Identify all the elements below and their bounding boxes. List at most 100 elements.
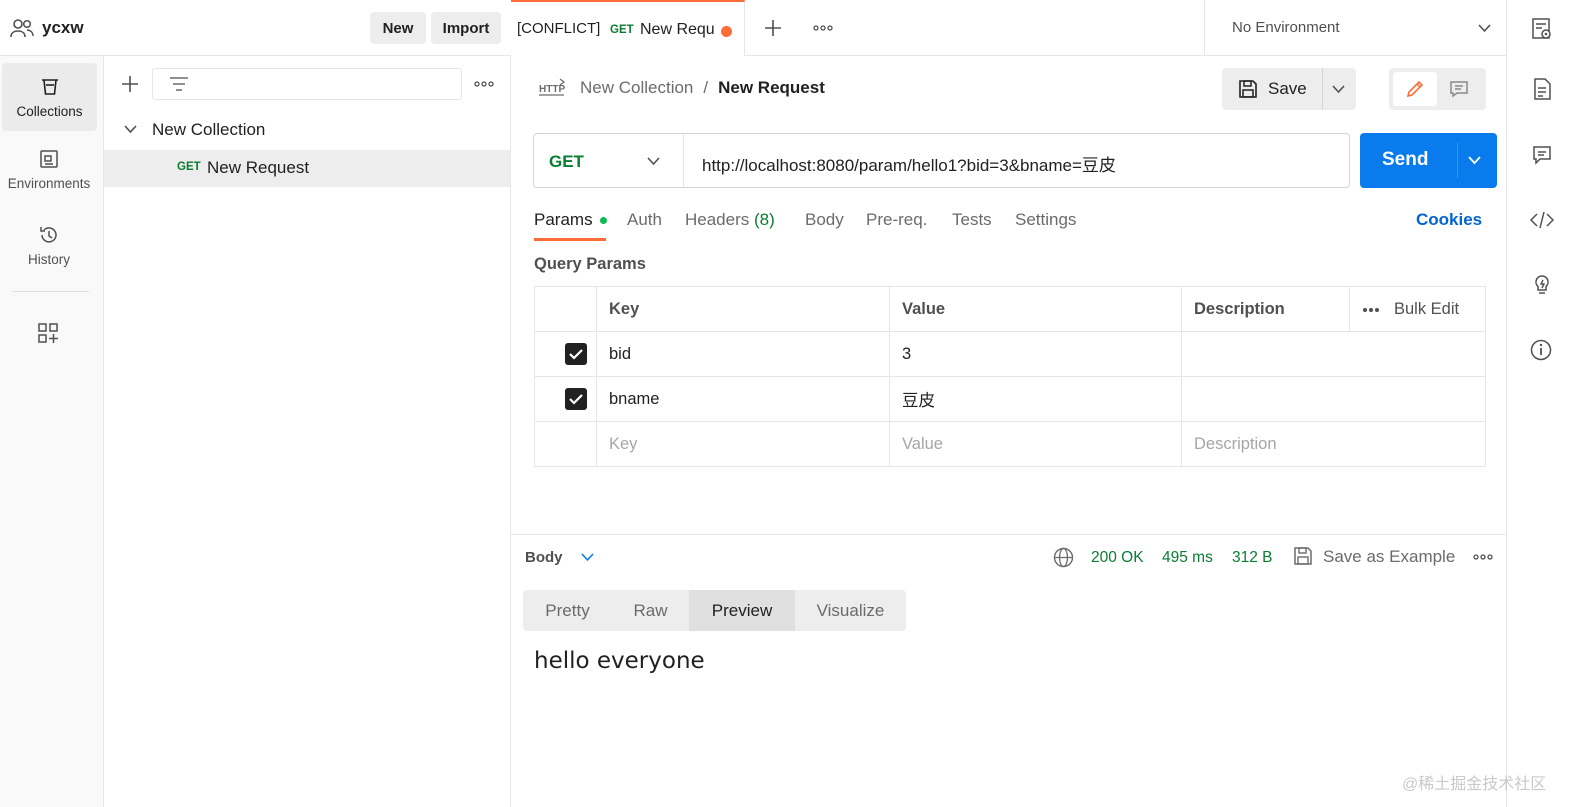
- save-button[interactable]: Save: [1222, 68, 1322, 110]
- table-row: bid 3: [534, 331, 1486, 377]
- right-rail: [1506, 0, 1581, 807]
- tab-conflict-label: [CONFLICT]: [517, 20, 601, 37]
- response-more-icon[interactable]: [1473, 554, 1493, 560]
- tab-tests[interactable]: Tests: [952, 210, 992, 230]
- tabs-more-icon[interactable]: [813, 25, 833, 31]
- tab-prereq[interactable]: Pre-req.: [866, 210, 927, 230]
- send-button[interactable]: Send: [1360, 133, 1497, 188]
- breadcrumb-separator: /: [703, 78, 709, 97]
- http-icon: HTTP: [538, 77, 566, 99]
- save-label: Save: [1268, 79, 1307, 98]
- response-time[interactable]: 495 ms: [1162, 549, 1213, 567]
- new-tab-icon[interactable]: [764, 19, 782, 37]
- description-placeholder[interactable]: Description: [1181, 421, 1486, 467]
- environment-selector[interactable]: No Environment: [1204, 0, 1506, 56]
- import-button[interactable]: Import: [431, 12, 501, 44]
- response-body-label[interactable]: Body: [525, 549, 563, 566]
- method-select[interactable]: GET: [534, 134, 684, 187]
- row-checkbox-cell: [534, 421, 597, 467]
- param-key[interactable]: bname: [596, 376, 890, 422]
- param-value[interactable]: 3: [889, 331, 1182, 377]
- rail-label: Collections: [16, 103, 83, 119]
- header-checkbox-cell: [534, 286, 597, 332]
- url-input[interactable]: http://localhost:8080/param/hello1?bid=3…: [702, 151, 1116, 176]
- history-icon: [38, 224, 60, 246]
- tab-body[interactable]: Body: [805, 210, 844, 230]
- environment-quicklook-icon[interactable]: [1531, 17, 1553, 41]
- key-placeholder[interactable]: Key: [596, 421, 890, 467]
- team-icon[interactable]: [10, 17, 34, 39]
- header-key: Key: [596, 286, 890, 332]
- cookies-link[interactable]: Cookies: [1416, 210, 1482, 230]
- tab-title: New Requ: [640, 21, 715, 38]
- value-placeholder[interactable]: Value: [889, 421, 1182, 467]
- save-divider: [1322, 68, 1323, 110]
- request-item[interactable]: GET New Request: [104, 150, 510, 187]
- environments-icon: [38, 148, 60, 170]
- chevron-down-icon: [647, 157, 660, 166]
- bulk-edit-link[interactable]: Bulk Edit: [1394, 300, 1459, 319]
- edit-pencil-icon[interactable]: [1393, 72, 1437, 106]
- comments-icon[interactable]: [1532, 145, 1552, 165]
- param-key[interactable]: bid: [596, 331, 890, 377]
- params-tab-underline: [534, 238, 606, 241]
- view-tab-preview[interactable]: Preview: [689, 590, 795, 631]
- tab-auth[interactable]: Auth: [627, 210, 662, 230]
- tab-headers[interactable]: Headers (8): [685, 210, 775, 230]
- globe-icon[interactable]: [1053, 547, 1074, 568]
- documentation-icon[interactable]: [1533, 78, 1551, 100]
- view-tab-pretty[interactable]: Pretty: [523, 590, 612, 631]
- tab-params[interactable]: Params: [534, 210, 608, 230]
- row-checkbox[interactable]: [565, 388, 587, 410]
- header-value: Value: [889, 286, 1182, 332]
- svg-text:HTTP: HTTP: [539, 84, 565, 95]
- param-description[interactable]: [1181, 331, 1486, 377]
- rail-history[interactable]: History: [0, 224, 98, 267]
- send-label: Send: [1382, 149, 1429, 170]
- filter-icon[interactable]: [169, 76, 189, 92]
- new-button[interactable]: New: [370, 12, 426, 44]
- chevron-down-icon[interactable]: [581, 553, 594, 562]
- sidebar-more-icon[interactable]: [474, 81, 494, 87]
- row-checkbox[interactable]: [565, 343, 587, 365]
- workspace-name[interactable]: ycxw: [42, 18, 84, 38]
- params-more-icon[interactable]: [1362, 307, 1380, 313]
- view-tab-raw[interactable]: Raw: [612, 590, 689, 631]
- table-row: bname 豆皮: [534, 376, 1486, 422]
- add-workspace-icon[interactable]: [37, 322, 59, 344]
- view-tab-visualize[interactable]: Visualize: [795, 590, 906, 631]
- method-badge: GET: [177, 161, 201, 173]
- params-active-dot: [600, 217, 608, 225]
- environment-label: No Environment: [1232, 19, 1340, 36]
- chevron-down-icon[interactable]: [124, 125, 137, 134]
- comment-mode-icon[interactable]: [1449, 80, 1469, 98]
- param-description[interactable]: [1181, 376, 1486, 422]
- query-params-title: Query Params: [534, 255, 646, 273]
- collection-item[interactable]: New Collection: [104, 115, 510, 145]
- table-row-empty: Key Value Description: [534, 421, 1486, 467]
- add-collection-icon[interactable]: [121, 75, 139, 93]
- rail-environments[interactable]: Environments: [0, 148, 98, 191]
- code-icon[interactable]: [1530, 211, 1554, 229]
- info-icon[interactable]: [1530, 339, 1552, 361]
- collections-icon: [39, 76, 61, 98]
- rail-label: History: [27, 252, 70, 267]
- collections-sidebar: New Collection GET New Request: [104, 56, 511, 807]
- param-value[interactable]: 豆皮: [889, 376, 1182, 422]
- method-label: GET: [549, 152, 584, 171]
- status-code[interactable]: 200 OK: [1091, 549, 1144, 567]
- breadcrumb-request[interactable]: New Request: [718, 78, 825, 98]
- watermark: @稀土掘金技术社区: [1402, 776, 1547, 793]
- send-options-icon[interactable]: [1468, 156, 1481, 165]
- response-size[interactable]: 312 B: [1232, 549, 1273, 567]
- save-icon: [1238, 79, 1258, 99]
- rail-collections[interactable]: Collections: [2, 63, 97, 131]
- breadcrumb-collection[interactable]: New Collection: [580, 78, 693, 98]
- tab-new-request[interactable]: [CONFLICT] GET New Requ: [511, 0, 745, 56]
- info-bulb-icon[interactable]: [1530, 273, 1554, 297]
- response-preview-content: hello everyone: [534, 648, 705, 674]
- save-as-example-button[interactable]: Save as Example: [1323, 547, 1455, 567]
- search-input[interactable]: [152, 68, 462, 100]
- save-options-icon[interactable]: [1332, 85, 1345, 94]
- tab-settings[interactable]: Settings: [1015, 210, 1076, 230]
